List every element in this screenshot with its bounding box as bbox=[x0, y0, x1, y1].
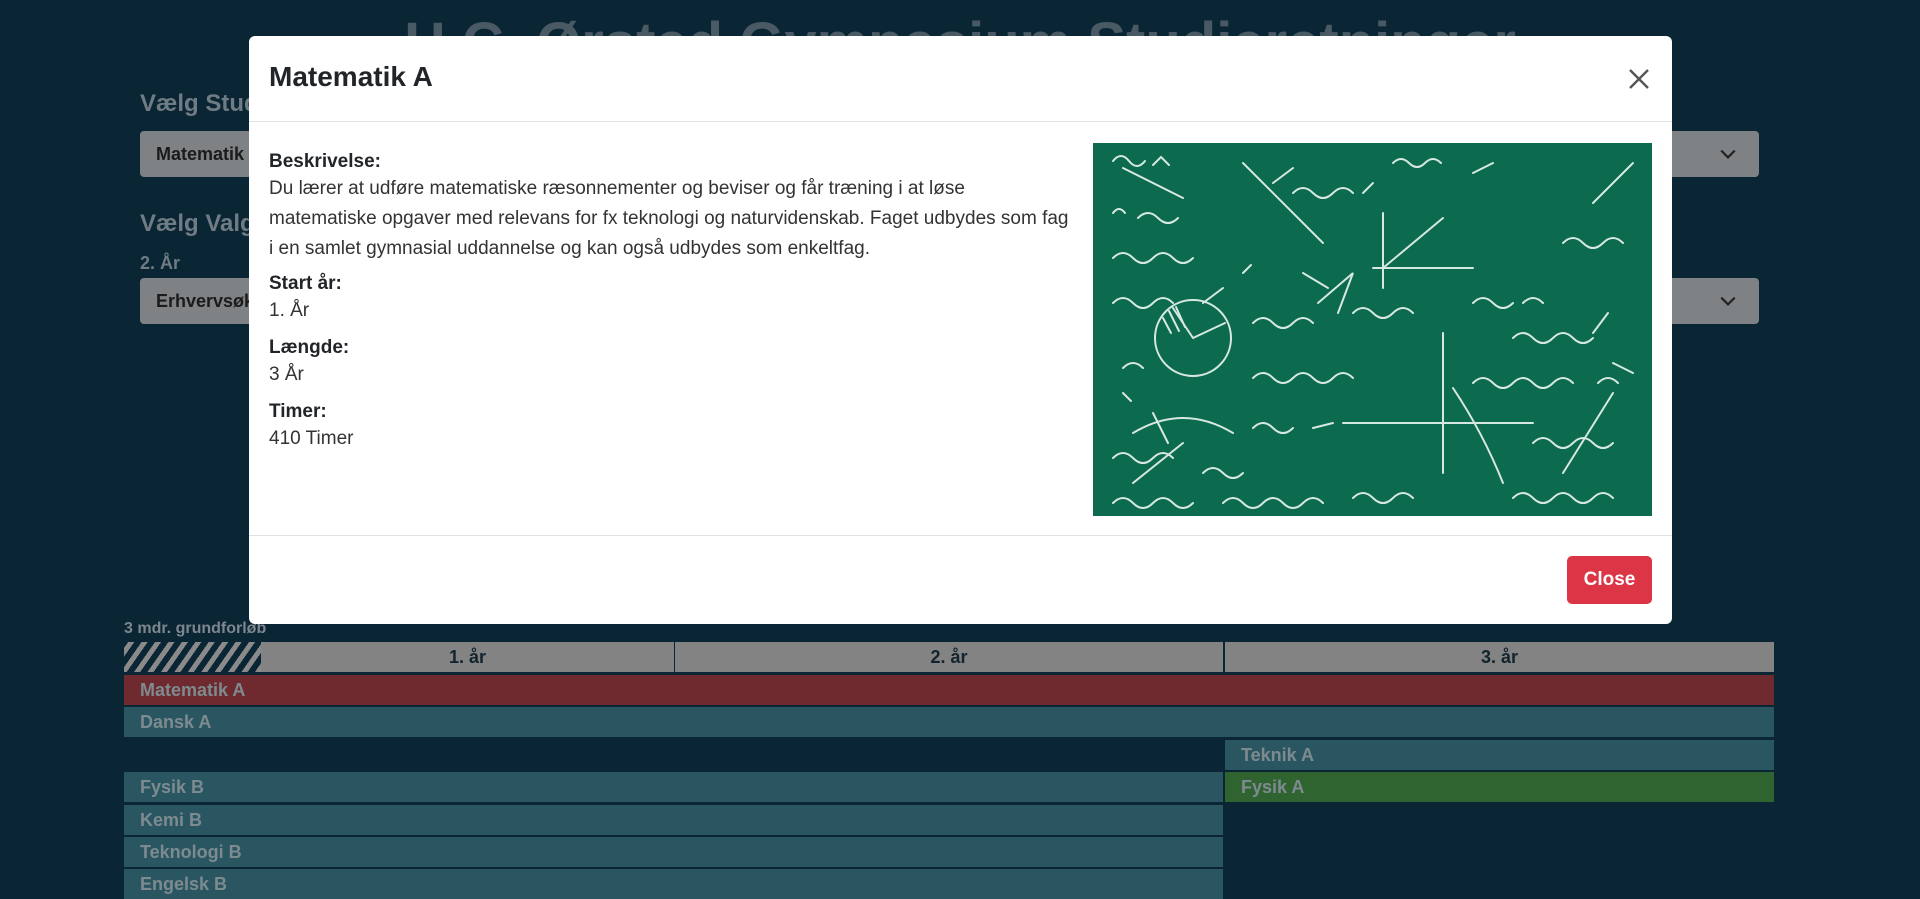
modal-title: Matematik A bbox=[269, 61, 433, 92]
length-value: 3 År bbox=[269, 364, 304, 385]
length-label: Længde: bbox=[269, 337, 350, 358]
close-x-icon bbox=[1629, 69, 1649, 89]
modal-footer: Close bbox=[249, 535, 1672, 624]
subject-modal: Matematik A Beskrivelse: Du lærer at udf… bbox=[249, 36, 1672, 624]
modal-backdrop[interactable]: Matematik A Beskrivelse: Du lærer at udf… bbox=[0, 0, 1920, 891]
start-year-label: Start år: bbox=[269, 273, 342, 294]
modal-header: Matematik A bbox=[249, 36, 1672, 122]
subject-image bbox=[1093, 143, 1652, 516]
hours-label: Timer: bbox=[269, 401, 327, 422]
description-label: Beskrivelse: bbox=[269, 151, 381, 172]
chalkboard-illustration bbox=[1093, 143, 1652, 516]
hours-value: 410 Timer bbox=[269, 428, 354, 449]
start-year-value: 1. År bbox=[269, 300, 310, 321]
close-button[interactable]: Close bbox=[1567, 556, 1652, 604]
modal-body: Beskrivelse: Du lærer at udføre matemati… bbox=[269, 150, 1069, 464]
description-text: Du lærer at udføre matematiske ræsonneme… bbox=[269, 178, 1069, 259]
modal-close-x-button[interactable] bbox=[1624, 64, 1654, 94]
